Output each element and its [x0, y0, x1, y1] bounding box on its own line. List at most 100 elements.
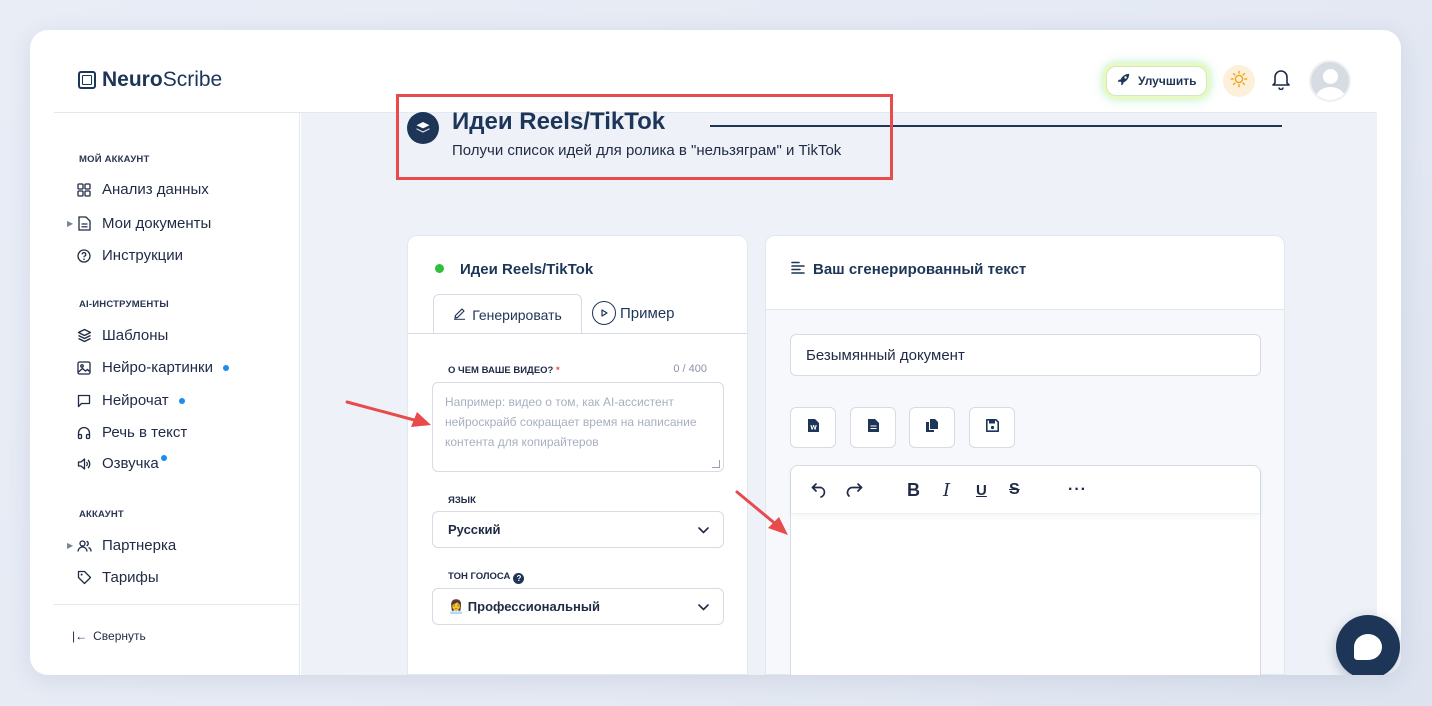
- export-file-button[interactable]: [850, 407, 896, 448]
- logo-light: Scribe: [162, 68, 223, 91]
- document-icon: [76, 216, 92, 232]
- redo-icon[interactable]: [846, 478, 863, 502]
- underline-icon[interactable]: U: [976, 478, 987, 502]
- chat-bubble-icon: [1354, 634, 1382, 660]
- sidebar-item-partner[interactable]: ▶ Партнерка: [67, 537, 176, 554]
- sidebar-item-neuro-images[interactable]: Нейро-картинки: [76, 359, 229, 376]
- sidebar-divider: [54, 604, 299, 605]
- undo-icon[interactable]: [811, 478, 828, 502]
- save-icon: [985, 418, 999, 437]
- chat-widget-button[interactable]: [1336, 615, 1400, 675]
- section-label-account: АККАУНТ: [79, 509, 124, 520]
- tone-value: 👩‍💼 Профессиональный: [448, 598, 600, 614]
- tab-generate-label: Генерировать: [472, 306, 562, 323]
- speaker-icon: [76, 456, 92, 472]
- notifications-button[interactable]: [1270, 68, 1292, 94]
- sidebar-item-data-analysis[interactable]: Анализ данных: [76, 181, 209, 198]
- users-icon: [76, 538, 92, 554]
- upgrade-label: Улучшить: [1138, 74, 1197, 88]
- sidebar-item-templates[interactable]: Шаблоны: [76, 327, 168, 344]
- collapse-label: Свернуть: [93, 629, 146, 643]
- chevron-down-icon: [698, 599, 709, 614]
- save-button[interactable]: [969, 407, 1015, 448]
- sidebar-item-instructions[interactable]: Инструкции: [76, 247, 183, 264]
- pencil-icon: [453, 307, 466, 323]
- collapse-sidebar-button[interactable]: |← Свернуть: [72, 629, 146, 643]
- tone-select[interactable]: 👩‍💼 Профессиональный: [432, 588, 724, 625]
- tab-example[interactable]: Пример: [592, 296, 675, 330]
- sidebar-item-label: Тарифы: [102, 569, 159, 586]
- more-icon[interactable]: ···: [1068, 478, 1087, 502]
- upgrade-button[interactable]: Улучшить: [1106, 66, 1208, 96]
- layers-icon: [76, 328, 92, 344]
- tabs-divider: [408, 333, 747, 334]
- image-icon: [76, 360, 92, 376]
- caret-right-icon: ▶: [67, 219, 74, 228]
- avatar[interactable]: [1309, 60, 1351, 102]
- chevron-down-icon: [698, 522, 709, 537]
- copy-button[interactable]: [909, 407, 955, 448]
- tab-generate[interactable]: Генерировать: [433, 294, 582, 334]
- editor-toolbar: B I U S ···: [791, 466, 1260, 514]
- app-logo[interactable]: NeuroScribe: [78, 68, 222, 92]
- play-icon: [592, 301, 616, 325]
- app-window: NeuroScribe Улучшить МОЙ АККАУНТ Анализ …: [30, 30, 1401, 675]
- sidebar-item-label: Анализ данных: [102, 181, 209, 198]
- rich-text-editor[interactable]: B I U S ···: [790, 465, 1261, 675]
- sidebar-item-label: Шаблоны: [102, 327, 169, 344]
- new-indicator-dot: [178, 397, 185, 404]
- char-counter: 0 / 400: [673, 363, 707, 375]
- document-name-input[interactable]: Безымянный документ: [790, 334, 1261, 376]
- resize-handle[interactable]: [712, 460, 720, 468]
- grid-icon: [76, 182, 92, 198]
- section-label-ai-tools: AI-ИНСТРУМЕНТЫ: [79, 299, 169, 310]
- sidebar-item-label: Озвучка: [102, 455, 159, 472]
- file-icon: [867, 418, 879, 437]
- output-card-title: Ваш сгенерированный текст: [813, 261, 1027, 278]
- output-card: Ваш сгенерированный текст Безымянный док…: [765, 235, 1285, 675]
- status-dot: [435, 264, 444, 273]
- language-label: ЯЗЫК: [448, 495, 476, 506]
- tone-label-text: ТОН ГОЛОСА: [448, 571, 511, 582]
- sidebar-item-voiceover[interactable]: Озвучка: [76, 454, 167, 472]
- italic-icon[interactable]: I: [943, 478, 950, 502]
- copy-icon: [925, 418, 939, 437]
- form-card-title: Идеи Reels/TikTok: [460, 261, 594, 278]
- required-marker: *: [556, 365, 560, 376]
- generator-form-card: Идеи Reels/TikTok Генерировать Пример О …: [407, 235, 748, 675]
- document-name-value: Безымянный документ: [806, 346, 965, 364]
- bold-icon[interactable]: B: [907, 478, 920, 502]
- text-align-icon: [791, 261, 805, 278]
- topic-label-text: О ЧЕМ ВАШЕ ВИДЕО?: [448, 365, 554, 376]
- sidebar-item-my-documents[interactable]: ▶ Мои документы: [67, 215, 212, 232]
- tone-label: ТОН ГОЛОСА?: [448, 571, 525, 584]
- topic-textarea[interactable]: Например: видео о том, как AI-ассистент …: [432, 382, 724, 472]
- annotation-highlight-box: [396, 94, 893, 180]
- sidebar-item-label: Нейро-картинки: [102, 359, 213, 376]
- svg-text:W: W: [810, 424, 817, 431]
- new-indicator-dot: [222, 364, 229, 371]
- faded-next-field-label: [448, 647, 451, 658]
- sidebar-item-speech-to-text[interactable]: Речь в текст: [76, 424, 187, 441]
- theme-toggle-button[interactable]: [1223, 65, 1255, 97]
- export-word-button[interactable]: W: [790, 407, 836, 448]
- help-circle-icon: [76, 248, 92, 264]
- tab-example-label: Пример: [620, 304, 675, 322]
- rocket-icon: [1117, 73, 1130, 89]
- sidebar-item-label: Речь в текст: [102, 424, 188, 441]
- sidebar-item-neurochat[interactable]: Нейрочат: [76, 392, 185, 409]
- bell-icon: [1272, 68, 1290, 95]
- sidebar-item-label: Мои документы: [102, 215, 212, 232]
- language-select[interactable]: Русский: [432, 511, 724, 548]
- sidebar: МОЙ АККАУНТ Анализ данных ▶ Мои документ…: [54, 113, 300, 675]
- collapse-icon: |←: [72, 629, 88, 643]
- output-card-header: Ваш сгенерированный текст: [791, 261, 1026, 278]
- section-label-my-account: МОЙ АККАУНТ: [79, 154, 150, 165]
- tag-icon: [76, 570, 92, 586]
- chat-icon: [76, 393, 92, 409]
- headphones-icon: [76, 425, 92, 441]
- sidebar-item-pricing[interactable]: Тарифы: [76, 569, 159, 586]
- strikethrough-icon[interactable]: S: [1009, 478, 1020, 502]
- help-icon[interactable]: ?: [513, 573, 525, 584]
- sidebar-item-label: Инструкции: [102, 247, 184, 264]
